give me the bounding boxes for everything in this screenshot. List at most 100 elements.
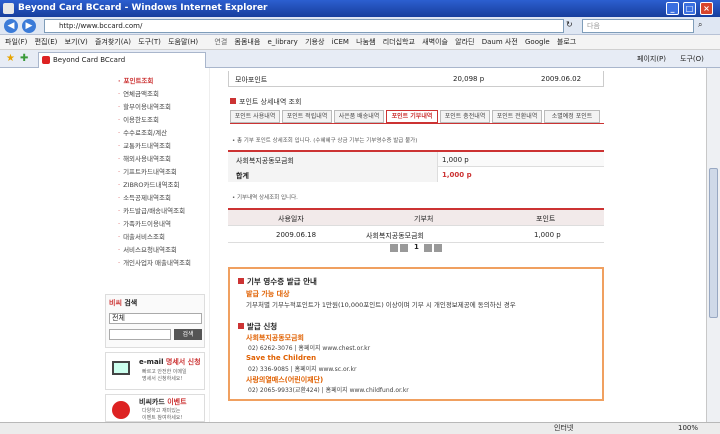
add-favorites-icon[interactable]: ✚ — [20, 53, 28, 64]
pager-current[interactable]: 1 — [414, 243, 419, 251]
zoom-level[interactable]: 100% — [678, 423, 698, 434]
tab-point-use[interactable]: 포인트 사용내역 — [230, 110, 280, 123]
link-item[interactable]: 블로그 — [557, 38, 576, 46]
sidebar-item[interactable]: ZIBRO카드내역조회 — [118, 179, 179, 191]
row-points: 1,000 p — [534, 231, 561, 239]
sidebar-item[interactable]: 해외사용내역조회 — [118, 153, 171, 165]
search-select[interactable]: 전체 — [109, 313, 202, 324]
link-item[interactable]: 기용상 — [305, 38, 324, 46]
link-item[interactable]: Google — [525, 38, 550, 46]
search-input[interactable]: 다음 — [582, 19, 694, 33]
scroll-thumb[interactable] — [709, 168, 718, 318]
link-item[interactable]: 몸몸내음 — [235, 38, 261, 46]
tab-point-convert[interactable]: 포인트 전환내역 — [492, 110, 542, 123]
link-item[interactable]: 나눔쌤 — [356, 38, 375, 46]
link-item[interactable]: 새벽이슬 — [422, 38, 448, 46]
tab-bar: ★ ✚ Beyond Card BCcard 페이지(P) 도구(O) — [0, 50, 720, 68]
tab-gift-delivery[interactable]: 사은품 배송내역 — [334, 110, 384, 123]
sidebar-search-input[interactable] — [109, 329, 171, 340]
sidebar-item[interactable]: 수수료조회/계산 — [118, 127, 167, 139]
link-item[interactable]: 리더십학교 — [383, 38, 415, 46]
top-row-name: 모아포인트 — [235, 76, 268, 84]
sidebar-item[interactable]: 서비스요청내역조회 — [118, 244, 177, 256]
receipt-sub2-text: 발급 신청 — [247, 322, 278, 331]
monitor-icon — [112, 361, 130, 375]
tab-point-charge[interactable]: 포인트 충전내역 — [440, 110, 490, 123]
links-label: 연결 — [214, 38, 228, 46]
search-title-b: 검색 — [124, 299, 138, 307]
email-banner[interactable]: e-mail 명세서 신청 빠르고 안전한 이메일 명세서 신청하세요! — [105, 352, 205, 390]
org-contact[interactable]: 02) 2065-9933(교환424) | 홈페이지 www.childfun… — [248, 385, 409, 394]
back-icon[interactable]: ◀ — [4, 19, 18, 33]
link-item[interactable]: 알라딘 — [455, 38, 474, 46]
menu-favorites[interactable]: 즐겨찾기(A) — [95, 38, 131, 46]
menu-tools[interactable]: 도구(T) — [138, 38, 161, 46]
col-org-header: 기부처 — [414, 215, 434, 223]
search-icon[interactable]: ⌕ — [698, 20, 702, 30]
pager-next-icon[interactable] — [424, 244, 432, 252]
receipt-sub1: 발급 가능 대상 — [246, 290, 290, 298]
tab-point-donation[interactable]: 포인트 기부내역 — [386, 110, 438, 123]
tab-point-earn[interactable]: 포인트 적립내역 — [282, 110, 332, 123]
org-name: 사랑의열매스(어린이재단) — [246, 376, 324, 384]
vertical-scrollbar[interactable] — [706, 68, 720, 422]
page-menu[interactable]: 페이지(P) — [637, 54, 666, 64]
link-item[interactable]: Daum 사전 — [482, 38, 518, 46]
maximize-button[interactable]: □ — [683, 2, 696, 15]
forward-icon[interactable]: ▶ — [22, 19, 36, 33]
page-content: 포인트조회 연체금액조회 할부이용내역조회 이용한도조회 수수료조회/계산 교통… — [0, 68, 706, 422]
summary-total-label: 합계 — [236, 172, 249, 180]
summary-note: • 총 기부 포인트 상세조회 입니다. (수혜혜구 상금 기부는 기부영수증 … — [232, 138, 418, 144]
org-contact[interactable]: 02) 336-9085 | 홈페이지 www.sc.or.kr — [248, 364, 356, 373]
address-bar[interactable]: http://www.bccard.com/ — [44, 19, 564, 33]
summary-table: 사회복지공동모금회 1,000 p 합계 1,000 p — [228, 150, 604, 182]
menu-edit[interactable]: 편집(E) — [35, 38, 58, 46]
event-banner[interactable]: 비씨카드 이벤트 다양하고 재미있는 이벤트 참여하세요! — [105, 394, 205, 422]
org-name: 사회복지공동모금회 — [246, 334, 304, 342]
menu-help[interactable]: 도움말(H) — [168, 38, 198, 46]
sidebar-item[interactable]: 카드발급/배송내역조회 — [118, 205, 185, 217]
sidebar-item[interactable]: 소득공제내역조회 — [118, 192, 171, 204]
close-button[interactable]: × — [700, 2, 713, 15]
url-text: http://www.bccard.com/ — [59, 22, 143, 30]
menu-view[interactable]: 보기(V) — [65, 38, 88, 46]
refresh-icon[interactable]: ↻ — [566, 20, 573, 29]
summary-org: 사회복지공동모금회 — [236, 157, 294, 165]
tab-title: Beyond Card BCcard — [53, 56, 126, 64]
pager-prev-icon[interactable] — [400, 244, 408, 252]
org-contact[interactable]: 02) 6262-3076 | 홈페이지 www.chest.or.kr — [248, 343, 370, 352]
sidebar-item[interactable]: 가족카드이용내역 — [118, 218, 171, 230]
summary-note-text: 총 기부 포인트 상세조회 입니다. (수혜혜구 상금 기부는 기부영수증 발급… — [237, 138, 418, 144]
pager-first-icon[interactable] — [390, 244, 398, 252]
sidebar-item[interactable]: 기프트카드내역조회 — [118, 166, 177, 178]
history-table: 사용일자 기부처 포인트 2009.06.18 사회복지공동모금회 1,000 … — [228, 208, 604, 243]
history-note-text: 기부내역 상세조회 입니다. — [237, 195, 298, 201]
sidebar-item-point[interactable]: 포인트조회 — [118, 75, 153, 87]
tools-menu[interactable]: 도구(O) — [680, 54, 704, 64]
sidebar-item[interactable]: 이용한도조회 — [118, 114, 159, 126]
zone-text: 인터넷 — [554, 424, 574, 432]
sidebar-item[interactable]: 개인사업자 매출내역조회 — [118, 257, 191, 269]
menu-file[interactable]: 파일(F) — [5, 38, 27, 46]
bullet-icon — [238, 278, 244, 284]
event-desc-1: 다양하고 재미있는 — [142, 408, 181, 414]
sidebar-search-button[interactable]: 검색 — [174, 329, 202, 340]
org-name: Save the Children — [246, 354, 317, 362]
bullet-icon — [230, 98, 236, 104]
tab-active[interactable]: Beyond Card BCcard — [38, 52, 206, 68]
sidebar-item[interactable]: 할부이용내역조회 — [118, 101, 171, 113]
link-item[interactable]: e_library — [268, 38, 298, 46]
email-desc-1: 빠르고 안전한 이메일 — [142, 369, 187, 375]
heart-icon — [112, 401, 130, 419]
col-date-header: 사용일자 — [278, 215, 304, 223]
favorites-star-icon[interactable]: ★ — [6, 53, 15, 64]
pager-last-icon[interactable] — [434, 244, 442, 252]
tab-expiring-points[interactable]: 소멸예정 포인트 — [544, 110, 600, 123]
link-item[interactable]: iCEM — [332, 38, 349, 46]
receipt-sub1-text: 기부처별 기부누적포인트가 1만원(10,000포인트) 이상이며 기부 시 개… — [246, 301, 516, 309]
status-bar: 인터넷 100% — [0, 422, 720, 434]
sidebar-item[interactable]: 대출서비스조회 — [118, 231, 165, 243]
sidebar-item[interactable]: 연체금액조회 — [118, 88, 159, 100]
sidebar-item[interactable]: 교통카드내역조회 — [118, 140, 171, 152]
minimize-button[interactable]: _ — [666, 2, 679, 15]
